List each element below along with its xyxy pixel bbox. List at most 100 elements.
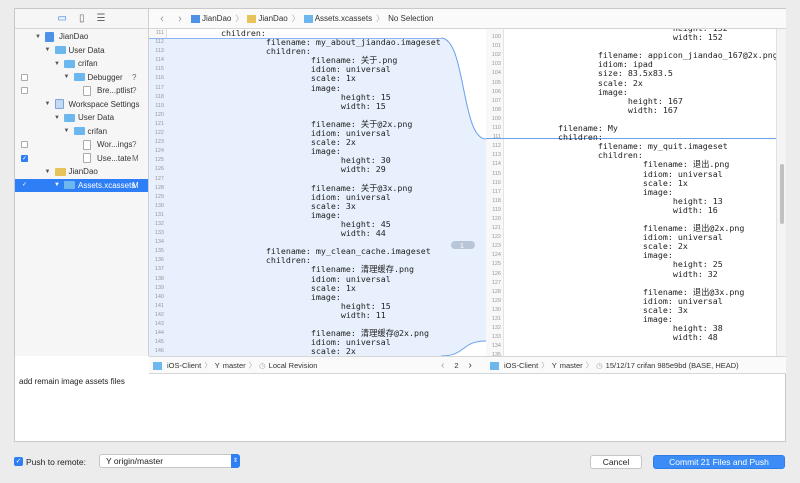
tree-item[interactable]: ▼ User Data [15,44,148,58]
scrollbar[interactable] [776,29,786,356]
list-icon[interactable]: ☰ [97,13,106,24]
disclosure-triangle-icon[interactable]: ▼ [54,115,60,121]
line-number: 143 [154,321,164,327]
line-number: 103 [491,61,501,68]
tree-item-label: Assets.xcassets [78,180,136,190]
previous-change-icon[interactable]: ‹ [441,360,444,371]
commit-and-push-button[interactable]: Commit 21 Files and Push [653,455,785,469]
disclosure-triangle-icon[interactable]: ▼ [64,74,70,80]
line-number: 114 [155,57,164,64]
navigator-toolbar: ▭ ▯ ☰ [15,9,148,29]
repo-icon [153,361,162,370]
line-number: 120 [491,215,501,222]
line-number: 130 [491,306,501,313]
tree-item[interactable]: Bre...ptlist? [15,84,148,98]
status-badge: ? [132,72,137,82]
code-line: 146 scale: 2x [149,347,441,356]
breadcrumb-item[interactable]: JianDao [191,14,231,23]
code-line: 126 width: 29 [149,165,441,174]
tree-item[interactable]: ▼ crifan [15,57,148,71]
remote-select[interactable]: Y origin/master ⇕ [99,454,240,468]
disclosure-triangle-icon[interactable]: ▼ [64,128,70,134]
disclosure-triangle-icon[interactable]: ▼ [35,34,41,40]
base-revision-pane[interactable]: 99 height: 152100 width: 152101102 filen… [486,29,776,356]
line-number: 133 [154,230,164,237]
line-number: 132 [491,325,501,332]
include-checkbox[interactable] [21,87,28,95]
line-number: 111 [492,134,501,141]
folder-icon [73,127,85,136]
line-number: 121 [154,120,164,127]
line-number: 109 [491,115,501,122]
right-revision-path[interactable]: iOS-Client 〉 Ymaster 〉 ◷ 15/12/17 crifan 98… [490,357,739,374]
commit-window: ▭ ▯ ☰ ▼ JianDao ▼ User Data ▼ crifan ▼ Debugger… [14,8,786,442]
status-badge: ? [132,86,137,96]
tree-item[interactable]: ▼ JianDao [15,165,148,179]
tree-item[interactable]: ✓ Use...tate M [15,152,148,166]
line-number: 108 [491,106,501,113]
code-text: width: 11 [171,309,386,320]
tree-item[interactable]: ▼ crifan [15,125,148,139]
disclosure-triangle-icon[interactable]: ▼ [45,47,51,53]
scrollbar-thumb[interactable] [780,164,784,224]
change-count: 1 [460,243,464,250]
folder-icon [64,113,75,122]
line-number: 110 [492,125,501,132]
tree-item[interactable]: ▼ User Data [15,111,148,125]
breadcrumb-item[interactable]: No Selection [388,14,433,23]
code-lines: 99 height: 152100 width: 152101102 filen… [486,29,776,356]
line-number: 105 [491,79,501,86]
disclosure-triangle-icon[interactable]: ▼ [54,61,60,67]
file-icon [83,85,91,96]
line-number: 116 [492,179,501,186]
tree-item[interactable]: ✓ ▼ Assets.xcassets M [15,178,148,192]
breadcrumb-item[interactable]: Assets.xcassets [303,14,372,23]
folder-icon[interactable]: ▭ [58,13,67,24]
file-navigator: ▭ ▯ ☰ ▼ JianDao ▼ User Data ▼ crifan ▼ Debugger… [15,9,149,356]
line-number: 115 [155,66,164,73]
tree-item[interactable]: Wor...ings? [15,138,148,152]
chevron-right-icon: 〉 [235,14,244,23]
tree-item-label: Bre...ptlist [97,86,133,96]
disclosure-triangle-icon[interactable]: ▼ [54,182,60,188]
local-revision-pane[interactable]: 111 children: 112 filename: my_about_jian… [149,29,441,356]
folder-icon [73,73,85,82]
line-number: 131 [154,211,164,218]
include-checkbox[interactable] [21,73,28,81]
line-number: 141 [154,302,164,309]
line-number: 140 [154,293,164,300]
forward-icon[interactable]: › [173,13,187,25]
include-checkbox[interactable] [21,141,28,149]
left-revision-path[interactable]: iOS-Client 〉 Ymaster 〉 ◷ Local Revision [153,357,317,374]
chevron-right-icon: 〉 [376,14,385,23]
commit-message-input[interactable]: add remain image assets files [15,374,785,442]
back-icon[interactable]: ‹ [155,13,169,25]
disclosure-triangle-icon[interactable]: ▼ [45,101,51,107]
tree-item-label: crifan [87,126,108,136]
status-badge: ? [132,140,137,150]
tree-item[interactable]: ▼ Debugger? [15,71,148,85]
file-icon [83,139,91,150]
cancel-button[interactable]: Cancel [590,455,642,469]
line-number: 124 [154,148,164,155]
tree-item-label: Debugger [87,72,123,82]
breadcrumb-item[interactable]: JianDao [247,14,288,23]
line-number: 133 [491,334,501,341]
code-line: 108 width: 167 [486,104,776,115]
tree-item[interactable]: ▼ JianDao [15,30,148,44]
code-text: width: 167 [508,104,678,115]
tree-item[interactable]: ▼ Workspace Settings [15,98,148,112]
push-to-remote-checkbox[interactable]: ✓ [14,457,23,466]
include-checkbox[interactable]: ✓ [21,154,28,162]
line-number: 126 [491,270,501,277]
line-number: 119 [492,206,501,213]
next-change-icon[interactable]: › [469,360,472,371]
revision-bar: iOS-Client 〉 Ymaster 〉 ◷ Local Revision ‹ 2… [149,356,786,374]
line-number: 146 [154,348,164,355]
disclosure-triangle-icon[interactable]: ▼ [45,169,51,175]
breadcrumb: ‹ › JianDao 〉 JianDao 〉 Assets.xcassets … [149,9,786,29]
include-checkbox[interactable]: ✓ [21,182,28,189]
file-icon[interactable]: ▯ [79,13,85,24]
line-number: 116 [155,75,164,82]
